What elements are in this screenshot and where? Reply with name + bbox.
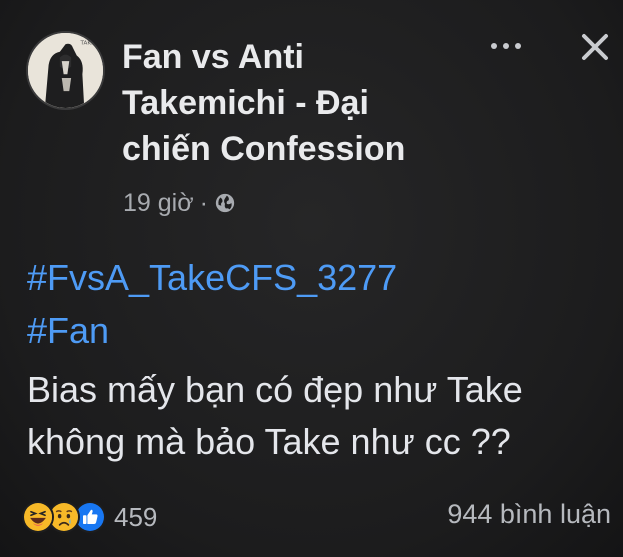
close-icon[interactable] [576,28,614,66]
more-horizontal-icon[interactable] [483,34,529,58]
post-body-line: không mà bảo Take như cc ?? [27,421,511,462]
hashtag-link[interactable]: #FvsA_TakeCFS_3277 [27,256,397,300]
post-time[interactable]: 19 giờ [123,189,194,218]
comment-count-link[interactable]: 944 bình luận [447,499,611,530]
dot [503,43,509,49]
dot [491,43,497,49]
post-body: Bias mấy bạn có đẹp như Take không mà bả… [27,364,607,468]
meta-separator: · [199,188,208,217]
page-avatar[interactable]: TAKE [26,31,105,110]
reaction-count: 459 [114,501,158,532]
haha-icon [22,501,54,533]
globe-icon[interactable] [214,192,236,214]
avatar-image: TAKE [28,33,103,108]
post-body-line: Bias mấy bạn có đẹp như Take [27,369,523,410]
svg-text:TAKE: TAKE [80,40,96,46]
post-meta: 19 giờ · [123,185,236,221]
reactions-summary[interactable]: 459 [22,497,157,537]
dot [515,43,521,49]
page-name[interactable]: Fan vs Anti Takemichi - Đại chiến Confes… [122,34,462,172]
hashtag-link[interactable]: #Fan [27,309,109,353]
post-card: TAKE Fan vs Anti Takemichi - Đại chiến C… [0,0,623,557]
